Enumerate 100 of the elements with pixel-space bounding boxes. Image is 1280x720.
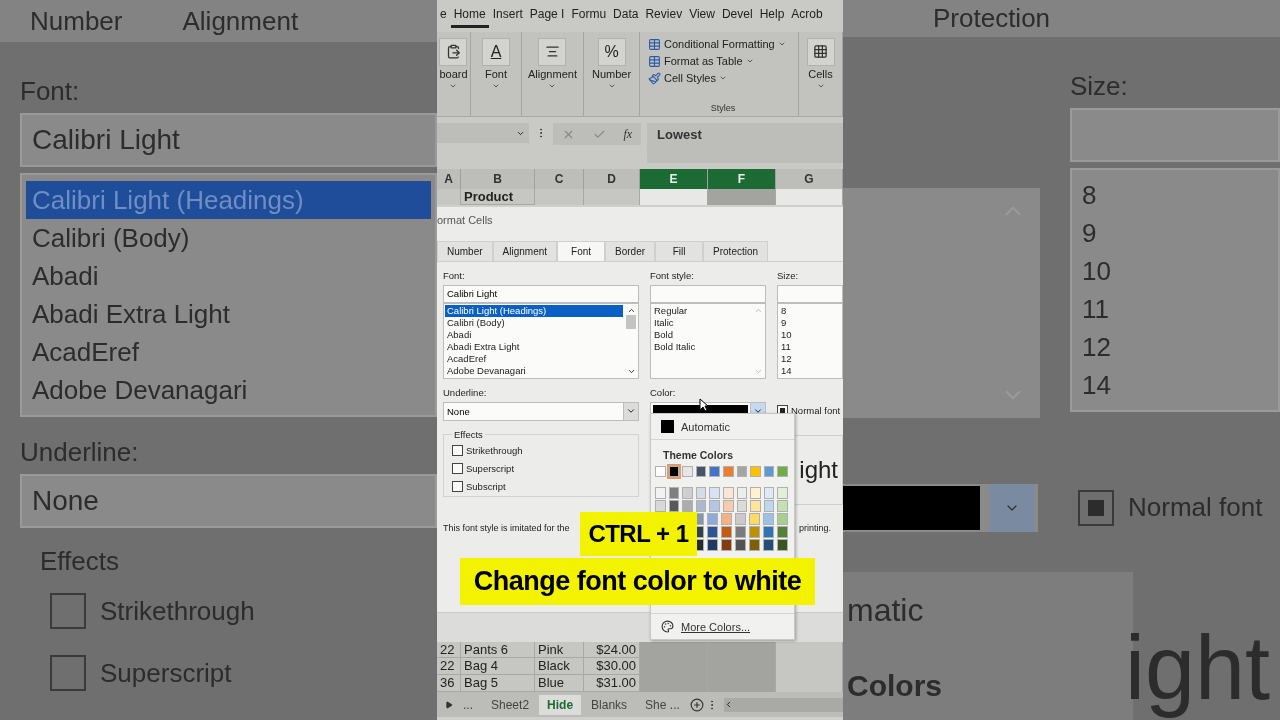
dialog-tab[interactable]: Alignment	[492, 240, 558, 261]
size-item[interactable]: 9	[1076, 213, 1274, 252]
font-style-item[interactable]: Bold Italic	[652, 340, 750, 353]
size-item[interactable]: 10	[779, 328, 841, 341]
checkbox[interactable]	[1078, 489, 1114, 526]
color-swatch[interactable]	[709, 466, 721, 477]
ribbon-tab[interactable]: Home	[450, 3, 489, 28]
column-header[interactable]: E	[640, 168, 708, 189]
ribbon-button[interactable]: % Number	[589, 35, 634, 92]
size-item[interactable]: 12	[779, 352, 841, 365]
font-list-item[interactable]: Calibri (Body)	[26, 219, 431, 257]
horizontal-scrollbar[interactable]	[723, 697, 843, 712]
ribbon-tab[interactable]: Formu	[568, 3, 610, 28]
font-list-item[interactable]: Adobe Devanagari	[445, 364, 623, 377]
color-swatch[interactable]	[777, 466, 788, 477]
size-field[interactable]	[777, 284, 843, 303]
color-swatch[interactable]	[723, 487, 734, 499]
font-list-item[interactable]: AcadEref	[445, 352, 623, 365]
dialog-tab[interactable]: Number	[437, 240, 493, 261]
color-swatch[interactable]	[777, 487, 788, 499]
color-swatch[interactable]	[736, 466, 748, 477]
color-swatch[interactable]	[655, 466, 666, 477]
ribbon-tab[interactable]: Data	[610, 3, 642, 28]
ribbon-tab[interactable]: Help	[756, 3, 788, 28]
color-swatch[interactable]	[735, 539, 746, 551]
column-header[interactable]: D	[584, 168, 640, 189]
color-swatch[interactable]	[749, 526, 760, 538]
sheet-tab[interactable]: Sheet2	[483, 694, 538, 715]
ribbon-tab[interactable]: Insert	[489, 3, 526, 28]
more-colors-button[interactable]: More Colors...	[651, 613, 794, 639]
color-swatch[interactable]	[750, 466, 761, 477]
font-list-item[interactable]: Calibri Light (Headings)	[445, 304, 623, 317]
color-swatch[interactable]	[655, 500, 666, 512]
color-select[interactable]	[843, 483, 1038, 532]
color-swatch[interactable]	[668, 466, 680, 477]
ribbon-tab[interactable]: Page I	[526, 3, 568, 28]
color-swatch[interactable]	[668, 500, 680, 512]
color-swatch[interactable]	[695, 487, 707, 499]
name-box[interactable]	[437, 123, 529, 144]
automatic-color-option[interactable]: Automatic	[651, 414, 794, 440]
color-swatch[interactable]	[763, 487, 775, 499]
color-swatch[interactable]	[723, 466, 734, 477]
dialog-tab[interactable]: Border	[605, 240, 656, 261]
font-list-item[interactable]: Abadi Extra Light	[445, 340, 623, 353]
font-style-field[interactable]	[650, 284, 766, 303]
size-item[interactable]: 11	[779, 340, 841, 353]
ribbon-button[interactable]: Cells	[804, 35, 837, 92]
checkbox[interactable]	[50, 593, 86, 629]
size-item[interactable]: 14	[1076, 365, 1274, 404]
dialog-tab[interactable]: Protection	[703, 240, 769, 261]
ribbon-tab[interactable]: Acrob	[788, 3, 826, 28]
dialog-tab[interactable]: Font	[557, 240, 606, 261]
color-swatch[interactable]	[707, 513, 718, 525]
color-swatch[interactable]	[721, 526, 732, 538]
color-swatch[interactable]	[723, 500, 734, 512]
color-swatch[interactable]	[707, 539, 718, 551]
underline-select[interactable]: None	[20, 474, 437, 528]
font-list-item[interactable]: Adobe Devanagari	[26, 371, 431, 409]
color-swatch[interactable]	[695, 500, 707, 512]
font-style-item[interactable]: Bold	[652, 328, 750, 341]
color-swatch[interactable]	[777, 500, 788, 512]
sheet-tab[interactable]: ...	[455, 694, 481, 715]
column-header[interactable]: F	[708, 168, 776, 189]
underline-select[interactable]: None	[443, 401, 639, 421]
size-item[interactable]: 8	[779, 304, 841, 317]
sheet-tab[interactable]: Blanks	[583, 694, 636, 715]
column-header[interactable]: C	[535, 168, 584, 189]
checkbox[interactable]: Strikethrough	[452, 441, 630, 460]
font-style-item[interactable]: Regular	[652, 304, 750, 317]
scroll-thumb[interactable]	[626, 314, 636, 329]
ribbon-button[interactable]: board	[437, 35, 470, 92]
checkbox[interactable]: Superscript	[452, 459, 630, 478]
color-swatch[interactable]	[668, 487, 680, 499]
color-swatch[interactable]	[777, 539, 788, 551]
checkbox[interactable]: Subscript	[452, 477, 630, 496]
color-swatch[interactable]	[682, 487, 693, 499]
column-header[interactable]: A	[437, 168, 461, 189]
font-list-item[interactable]: Abadi Extra Light	[26, 295, 431, 333]
color-swatch[interactable]	[763, 526, 774, 538]
font-list-item[interactable]: Abadi	[445, 328, 623, 341]
color-swatch[interactable]	[777, 513, 788, 525]
color-swatch[interactable]	[736, 500, 748, 512]
size-item[interactable]: 14	[779, 364, 841, 377]
ribbon-menu-button[interactable]: Cell Styles	[648, 69, 727, 87]
size-field[interactable]	[1070, 107, 1280, 162]
ribbon-tab[interactable]: Devel	[718, 3, 756, 28]
color-swatch[interactable]	[763, 539, 774, 551]
column-header[interactable]: B	[461, 168, 535, 189]
size-item[interactable]: 11	[1076, 289, 1274, 328]
checkbox[interactable]	[50, 655, 86, 691]
color-swatch[interactable]	[750, 500, 761, 512]
size-item[interactable]: 10	[1076, 251, 1274, 290]
size-item[interactable]: 12	[1076, 327, 1274, 366]
font-field[interactable]: Calibri Light	[20, 113, 437, 167]
color-swatch[interactable]	[709, 487, 721, 499]
ribbon-tab[interactable]: e	[437, 3, 450, 28]
ribbon-button[interactable]: A Font	[480, 35, 512, 92]
sheet-tab[interactable]: She ...	[637, 694, 688, 715]
color-swatch[interactable]	[709, 500, 721, 512]
font-style-item[interactable]: Italic	[652, 316, 750, 329]
